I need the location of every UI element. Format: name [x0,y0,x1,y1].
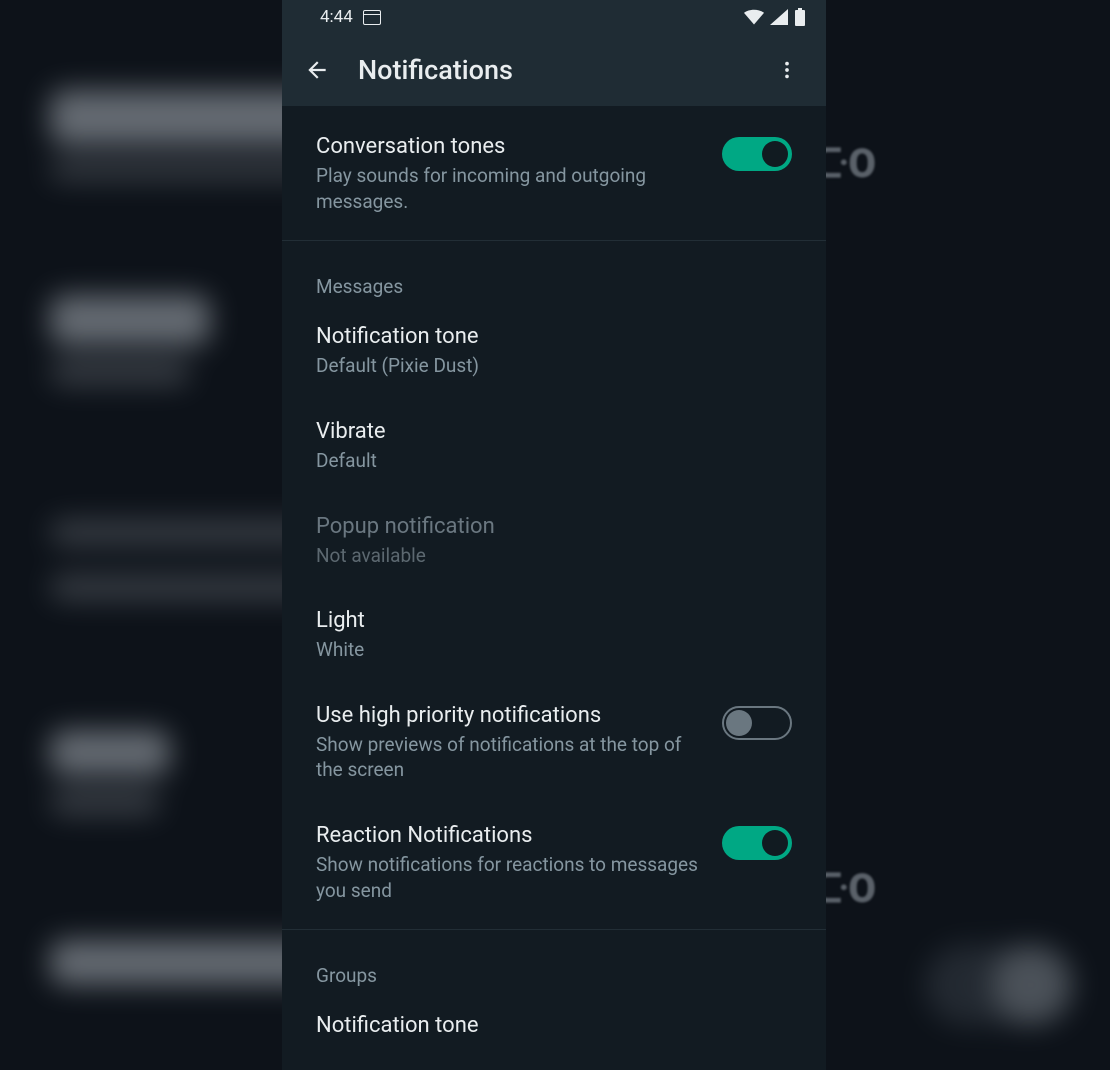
popup-notification-row: Popup notification Not available [282,494,826,589]
battery-icon [794,8,806,26]
page-title: Notifications [358,54,766,86]
status-bar: 4:44 [282,0,826,34]
more-menu-button[interactable] [766,49,808,91]
groups-section-header: Groups [282,936,826,993]
conversation-tones-row[interactable]: Conversation tones Play sounds for incom… [282,106,826,234]
messages-section-header: Messages [282,247,826,304]
back-button[interactable] [300,47,346,93]
calendar-icon [363,10,381,25]
high-priority-subtitle: Show previews of notifications at the to… [316,732,704,783]
popup-value: Not available [316,543,792,569]
wifi-icon [744,9,764,25]
reaction-subtitle: Show notifications for reactions to mess… [316,852,704,903]
app-bar: Notifications [282,34,826,106]
light-row[interactable]: Light White [282,588,826,683]
high-priority-row[interactable]: Use high priority notifications Show pre… [282,683,826,803]
light-value: White [316,637,792,663]
divider [282,240,826,241]
notification-tone-row[interactable]: Notification tone Default (Pixie Dust) [282,304,826,399]
settings-list: Conversation tones Play sounds for incom… [282,106,826,1042]
reaction-title: Reaction Notifications [316,823,704,848]
high-priority-title: Use high priority notifications [316,703,704,728]
divider [282,929,826,930]
vibrate-row[interactable]: Vibrate Default [282,399,826,494]
conversation-tones-title: Conversation tones [316,134,704,159]
reaction-notifications-row[interactable]: Reaction Notifications Show notification… [282,803,826,923]
status-time: 4:44 [320,7,353,27]
vibrate-title: Vibrate [316,419,792,444]
groups-notification-tone-row[interactable]: Notification tone [282,993,826,1042]
notification-tone-title: Notification tone [316,324,792,349]
high-priority-toggle[interactable] [722,706,792,740]
phone-frame: 4:44 Notifications Conversation tones Pl… [282,0,826,1070]
popup-title: Popup notification [316,514,792,539]
reaction-toggle[interactable] [722,826,792,860]
conversation-tones-toggle[interactable] [722,137,792,171]
light-title: Light [316,608,792,633]
conversation-tones-subtitle: Play sounds for incoming and outgoing me… [316,163,704,214]
notification-tone-value: Default (Pixie Dust) [316,353,792,379]
vibrate-value: Default [316,448,792,474]
groups-notification-tone-title: Notification tone [316,1013,792,1038]
cellular-icon [770,9,788,25]
